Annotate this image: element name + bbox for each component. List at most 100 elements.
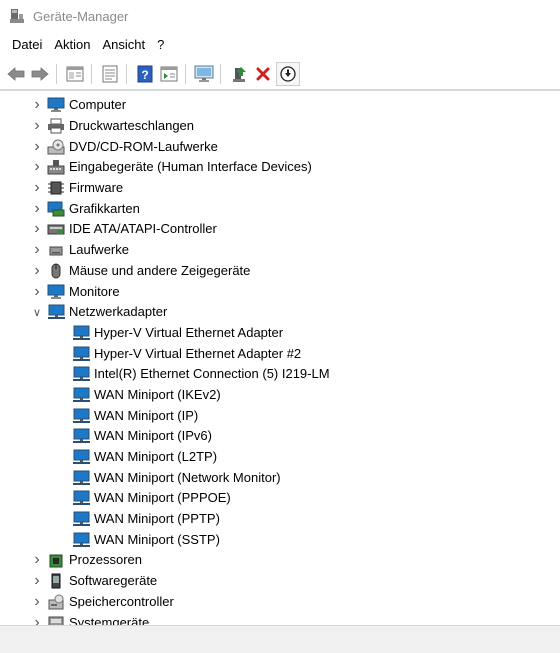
network-adapter-icon bbox=[73, 470, 90, 485]
chevron-right-icon[interactable]: › bbox=[29, 117, 45, 134]
device-tree[interactable]: › Computer › Druckwarteschlangen › DVD/CD-ROM… bbox=[0, 92, 560, 625]
document-list-icon bbox=[102, 65, 118, 83]
tree-category-label: IDE ATA/ATAPI-Controller bbox=[69, 221, 217, 237]
tree-category-systemgeräte[interactable]: › Systemgeräte bbox=[0, 612, 560, 625]
tree-device-wan-miniport-pppoe[interactable]: WAN Miniport (PPPOE) bbox=[0, 488, 560, 509]
chevron-right-icon[interactable]: › bbox=[29, 283, 45, 300]
tree-device-label: WAN Miniport (IP) bbox=[94, 407, 199, 423]
computer-icon bbox=[47, 97, 65, 113]
back-button[interactable] bbox=[5, 63, 27, 85]
tree-device-hyper-v-virtual-ethernet-adapter-2[interactable]: Hyper-V Virtual Ethernet Adapter #2 bbox=[0, 343, 560, 364]
network-adapter-icon bbox=[73, 325, 90, 340]
display-adapter-icon bbox=[47, 201, 65, 217]
chevron-right-icon[interactable]: › bbox=[29, 220, 45, 237]
scan-hardware-button[interactable] bbox=[193, 63, 215, 85]
tree-category-monitore[interactable]: › Monitore bbox=[0, 281, 560, 302]
tree-category-grafikkarten[interactable]: › Grafikkarten bbox=[0, 198, 560, 219]
software-device-icon bbox=[51, 573, 61, 589]
tree-category-netzwerkadapter[interactable]: ∨ Netzwerkadapter bbox=[0, 302, 560, 323]
tree-category-eingabegeräte-human-interface-devices[interactable]: › Eingabegeräte (Human Interface Devices) bbox=[0, 157, 560, 178]
tree-device-wan-miniport-sstp[interactable]: WAN Miniport (SSTP) bbox=[0, 529, 560, 550]
network-adapter-icon bbox=[73, 408, 90, 423]
menu-help[interactable]: ? bbox=[151, 34, 170, 56]
details-pane-button[interactable] bbox=[158, 63, 180, 85]
forward-button[interactable] bbox=[29, 63, 51, 85]
tree-category-laufwerke[interactable]: › Laufwerke bbox=[0, 240, 560, 261]
menu-ansicht[interactable]: Ansicht bbox=[97, 34, 152, 56]
printer-icon bbox=[48, 118, 64, 134]
firmware-icon bbox=[48, 181, 64, 195]
tree-category-ide-ata-atapi-controller[interactable]: › IDE ATA/ATAPI-Controller bbox=[0, 219, 560, 240]
chevron-right-icon[interactable]: › bbox=[29, 158, 45, 175]
chevron-right-icon[interactable]: › bbox=[29, 200, 45, 217]
download-button[interactable] bbox=[276, 62, 300, 86]
chevron-right-icon[interactable]: › bbox=[29, 138, 45, 155]
properties-window-button[interactable] bbox=[64, 63, 86, 85]
chevron-right-icon[interactable]: › bbox=[29, 179, 45, 196]
tree-category-dvd-cd-rom-laufwerke[interactable]: › DVD/CD-ROM-Laufwerke bbox=[0, 136, 560, 157]
help-button[interactable]: ? bbox=[134, 63, 156, 85]
tree-device-label: WAN Miniport (IKEv2) bbox=[94, 386, 221, 402]
download-circle-icon bbox=[280, 66, 296, 82]
tree-device-wan-miniport-pptp[interactable]: WAN Miniport (PPTP) bbox=[0, 509, 560, 530]
tree-category-label: Computer bbox=[69, 97, 127, 113]
help-icon: ? bbox=[137, 65, 153, 83]
toolbar-separator bbox=[185, 64, 186, 84]
toolbar: ? bbox=[0, 60, 560, 88]
tree-device-intel-r-ethernet-connection-5-i219-lm[interactable]: Intel(R) Ethernet Connection (5) I219-LM bbox=[0, 364, 560, 385]
tree-device-label: WAN Miniport (Network Monitor) bbox=[94, 469, 281, 485]
tree-category-druckwarteschlangen[interactable]: › Druckwarteschlangen bbox=[0, 116, 560, 137]
chevron-right-icon[interactable]: › bbox=[29, 614, 45, 625]
dvd-drive-icon bbox=[47, 139, 65, 155]
mouse-icon bbox=[51, 263, 61, 279]
tree-category-label: DVD/CD-ROM-Laufwerke bbox=[69, 138, 218, 154]
tree-category-label: Prozessoren bbox=[69, 552, 142, 568]
chevron-right-icon[interactable]: › bbox=[29, 551, 45, 568]
svg-text:?: ? bbox=[141, 68, 148, 82]
uninstall-button[interactable] bbox=[252, 63, 274, 85]
tree-category-label: Druckwarteschlangen bbox=[69, 118, 195, 134]
chevron-right-icon[interactable]: › bbox=[29, 262, 45, 279]
tree-category-speichercontroller[interactable]: › Speichercontroller bbox=[0, 592, 560, 613]
menu-aktion[interactable]: Aktion bbox=[48, 34, 96, 56]
tree-device-label: Hyper-V Virtual Ethernet Adapter #2 bbox=[94, 345, 302, 361]
chevron-right-icon[interactable]: › bbox=[29, 96, 45, 113]
update-driver-icon bbox=[233, 67, 246, 82]
tree-device-wan-miniport-network-monitor[interactable]: WAN Miniport (Network Monitor) bbox=[0, 467, 560, 488]
title-bar: Geräte-Manager bbox=[0, 0, 560, 34]
device-manager-icon bbox=[10, 9, 24, 23]
tree-device-wan-miniport-ikev2[interactable]: WAN Miniport (IKEv2) bbox=[0, 385, 560, 406]
tree-category-label: Netzwerkadapter bbox=[69, 304, 168, 320]
tree-category-label: Firmware bbox=[69, 180, 124, 196]
details-pane-icon bbox=[160, 66, 178, 82]
network-adapter-icon bbox=[48, 304, 65, 320]
chevron-right-icon[interactable]: › bbox=[29, 572, 45, 589]
tree-device-label: WAN Miniport (L2TP) bbox=[94, 449, 218, 465]
tree-device-wan-miniport-ipv6[interactable]: WAN Miniport (IPv6) bbox=[0, 426, 560, 447]
tree-device-wan-miniport-l2tp[interactable]: WAN Miniport (L2TP) bbox=[0, 447, 560, 468]
chevron-right-icon[interactable]: › bbox=[29, 241, 45, 258]
menu-datei[interactable]: Datei bbox=[6, 34, 48, 56]
update-driver-button[interactable] bbox=[228, 63, 250, 85]
menu-bar: Datei Aktion Ansicht ? bbox=[0, 34, 560, 56]
chevron-right-icon[interactable]: › bbox=[29, 593, 45, 610]
tree-device-wan-miniport-ip[interactable]: WAN Miniport (IP) bbox=[0, 405, 560, 426]
tree-category-softwaregeräte[interactable]: › Softwaregeräte bbox=[0, 571, 560, 592]
tree-category-mäuse-und-andere-zeigegeräte[interactable]: › Mäuse und andere Zeigegeräte bbox=[0, 261, 560, 282]
network-adapter-icon bbox=[73, 428, 90, 444]
toolbar-separator bbox=[126, 64, 127, 84]
tree-category-firmware[interactable]: › Firmware bbox=[0, 178, 560, 199]
forward-arrow-icon bbox=[31, 67, 49, 81]
tree-device-hyper-v-virtual-ethernet-adapter[interactable]: Hyper-V Virtual Ethernet Adapter bbox=[0, 323, 560, 344]
system-device-icon bbox=[48, 616, 64, 625]
document-list-button[interactable] bbox=[99, 63, 121, 85]
network-adapter-icon bbox=[73, 366, 90, 382]
toolbar-separator bbox=[91, 64, 92, 84]
network-adapter-icon bbox=[73, 490, 90, 506]
tree-category-prozessoren[interactable]: › Prozessoren bbox=[0, 550, 560, 571]
toolbar-separator bbox=[220, 64, 221, 84]
chevron-down-icon[interactable]: ∨ bbox=[29, 304, 45, 320]
tree-device-label: WAN Miniport (IPv6) bbox=[94, 428, 212, 444]
tree-category-computer[interactable]: › Computer bbox=[0, 95, 560, 116]
network-adapter-icon bbox=[73, 511, 90, 527]
